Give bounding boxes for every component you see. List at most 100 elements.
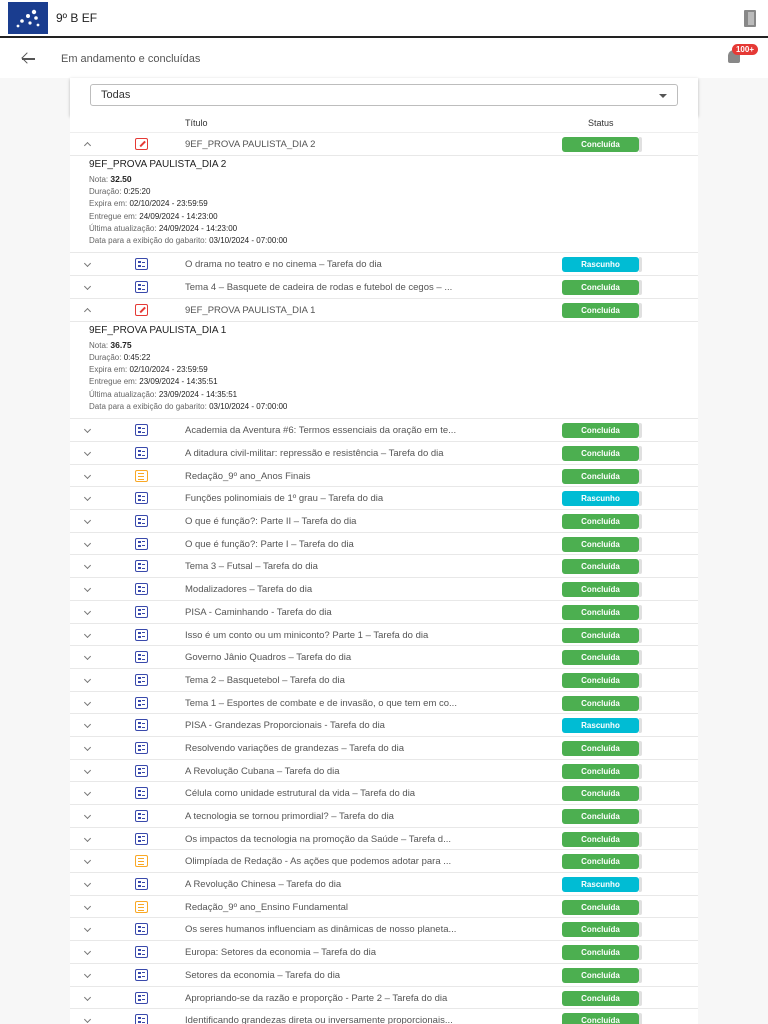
chevron-up-icon[interactable] [83, 307, 92, 315]
table-row[interactable]: Setores da economia – Tarefa do dia Concl… [70, 964, 698, 987]
chevron-down-icon[interactable] [83, 789, 92, 797]
task-title[interactable]: Tema 2 – Basquetebol – Tarefa do dia [185, 675, 515, 686]
task-title[interactable]: Modalizadores – Tarefa do dia [185, 584, 515, 595]
task-title[interactable]: Os seres humanos influenciam as dinâmica… [185, 924, 515, 935]
table-row[interactable]: Olimpíada de Redação - As ações que pode… [70, 850, 698, 874]
task-title[interactable]: Célula como unidade estrutural da vida –… [185, 788, 515, 799]
back-arrow-icon[interactable] [20, 49, 40, 69]
chevron-down-icon[interactable] [83, 607, 92, 615]
task-title[interactable]: A Revolução Chinesa – Tarefa do dia [185, 879, 515, 890]
chevron-down-icon[interactable] [83, 494, 92, 502]
book-icon[interactable] [744, 10, 756, 27]
chevron-down-icon[interactable] [83, 426, 92, 434]
task-title[interactable]: Resolvendo variações de grandezas – Tare… [185, 743, 515, 754]
chevron-down-icon[interactable] [83, 857, 92, 865]
chevron-down-icon[interactable] [83, 562, 92, 570]
chevron-down-icon[interactable] [83, 675, 92, 683]
table-row[interactable]: A tecnologia se tornou primordial? – Tar… [70, 805, 698, 828]
table-row[interactable]: A Revolução Chinesa – Tarefa do dia Rascu… [70, 873, 698, 896]
task-title[interactable]: Tema 3 – Futsal – Tarefa do dia [185, 561, 515, 572]
task-title[interactable]: PISA - Grandezas Proporcionais - Tarefa … [185, 720, 515, 731]
table-row[interactable]: A ditadura civil-militar: repressão e re… [70, 442, 698, 465]
task-title[interactable]: 9EF_PROVA PAULISTA_DIA 2 [185, 139, 515, 150]
chevron-down-icon[interactable] [83, 585, 92, 593]
table-row[interactable]: PISA - Grandezas Proporcionais - Tarefa … [70, 714, 698, 737]
detail-duracao-value: 0:25:20 [123, 186, 151, 196]
chevron-down-icon[interactable] [83, 834, 92, 842]
chevron-down-icon[interactable] [83, 880, 92, 888]
table-row[interactable]: 9EF_PROVA PAULISTA_DIA 1 Concluída [70, 299, 698, 322]
table-row[interactable]: Os seres humanos influenciam as dinâmica… [70, 918, 698, 942]
chevron-down-icon[interactable] [83, 260, 92, 268]
table-row[interactable]: Célula como unidade estrutural da vida –… [70, 782, 698, 805]
task-title[interactable]: Governo Jânio Quadros – Tarefa do dia [185, 652, 515, 663]
task-title[interactable]: A tecnologia se tornou primordial? – Tar… [185, 811, 515, 822]
task-title[interactable]: Redação_9º ano_Anos Finais [185, 471, 515, 482]
table-row[interactable]: O que é função?: Parte II – Tarefa do di… [70, 510, 698, 533]
task-title[interactable]: 9EF_PROVA PAULISTA_DIA 1 [185, 305, 515, 316]
chevron-up-icon[interactable] [83, 141, 92, 150]
table-row[interactable]: Modalizadores – Tarefa do dia Concluída [70, 578, 698, 601]
chevron-down-icon[interactable] [83, 630, 92, 638]
chevron-down-icon[interactable] [83, 698, 92, 706]
chevron-down-icon[interactable] [83, 1016, 92, 1024]
table-row[interactable]: Europa: Setores da economia – Tarefa do … [70, 941, 698, 964]
task-title[interactable]: Isso é um conto ou um miniconto? Parte 1… [185, 630, 515, 641]
task-title[interactable]: Olimpíada de Redação - As ações que pode… [185, 856, 515, 867]
table-row[interactable]: A Revolução Cubana – Tarefa do dia Conclu… [70, 760, 698, 783]
task-title[interactable]: O drama no teatro e no cinema – Tarefa d… [185, 259, 515, 270]
task-title[interactable]: PISA - Caminhando - Tarefa do dia [185, 607, 515, 618]
tasks-panel: Em andamento e concluídas 100+ Todas Tít… [0, 40, 768, 1024]
task-title[interactable]: A Revolução Cubana – Tarefa do dia [185, 766, 515, 777]
table-row[interactable]: PISA - Caminhando - Tarefa do dia Concluí… [70, 601, 698, 624]
table-row[interactable]: Tema 4 – Basquete de cadeira de rodas e … [70, 276, 698, 299]
table-row[interactable]: O que é função?: Parte I – Tarefa do dia… [70, 533, 698, 556]
app-logo[interactable] [8, 2, 48, 34]
table-row[interactable]: Isso é um conto ou um miniconto? Parte 1… [70, 624, 698, 647]
table-row[interactable]: Redação_9º ano_Anos Finais Concluída [70, 465, 698, 488]
task-title[interactable]: Tema 4 – Basquete de cadeira de rodas e … [185, 282, 515, 293]
detail-gabarito-label: Data para a exibição do gabarito: [89, 236, 207, 246]
chevron-down-icon[interactable] [83, 283, 92, 291]
chevron-down-icon[interactable] [83, 993, 92, 1001]
task-title[interactable]: Redação_9º ano_Ensino Fundamental [185, 902, 515, 913]
chevron-down-icon[interactable] [83, 448, 92, 457]
task-title[interactable]: A ditadura civil-militar: repressão e re… [185, 448, 515, 459]
chevron-down-icon[interactable] [83, 539, 92, 547]
chevron-down-icon[interactable] [83, 902, 92, 910]
table-row[interactable]: Identificando grandezas direta ou invers… [70, 1009, 698, 1024]
table-row[interactable]: Tema 3 – Futsal – Tarefa do dia Concluída [70, 555, 698, 579]
chevron-down-icon[interactable] [83, 517, 92, 525]
task-title[interactable]: Funções polinomiais de 1º grau – Tarefa … [185, 493, 515, 504]
table-row[interactable]: Funções polinomiais de 1º grau – Tarefa … [70, 487, 698, 511]
chevron-down-icon[interactable] [83, 970, 92, 978]
status-filter-select[interactable]: Todas [90, 84, 678, 106]
task-title[interactable]: Academia da Aventura #6: Termos essencia… [185, 425, 515, 436]
table-row[interactable]: Academia da Aventura #6: Termos essencia… [70, 419, 698, 442]
chevron-down-icon[interactable] [83, 925, 92, 933]
chevron-down-icon[interactable] [83, 766, 92, 774]
task-title[interactable]: Europa: Setores da economia – Tarefa do … [185, 947, 515, 958]
table-row[interactable]: 9EF_PROVA PAULISTA_DIA 2 Concluída [70, 133, 698, 156]
task-title[interactable]: Identificando grandezas direta ou invers… [185, 1015, 515, 1024]
task-title[interactable]: O que é função?: Parte II – Tarefa do di… [185, 516, 515, 527]
task-title[interactable]: Os impactos da tecnologia na promoção da… [185, 834, 515, 845]
table-row[interactable]: Resolvendo variações de grandezas – Tare… [70, 737, 698, 760]
task-title[interactable]: O que é função?: Parte I – Tarefa do dia [185, 539, 515, 550]
chevron-down-icon[interactable] [83, 811, 92, 820]
chevron-down-icon[interactable] [83, 721, 92, 729]
table-row[interactable]: Tema 1 – Esportes de combate e de invasã… [70, 692, 698, 715]
task-title[interactable]: Setores da economia – Tarefa do dia [185, 970, 515, 981]
task-title[interactable]: Tema 1 – Esportes de combate e de invasã… [185, 698, 515, 709]
chevron-down-icon[interactable] [83, 653, 92, 661]
chevron-down-icon[interactable] [83, 471, 92, 479]
chevron-down-icon[interactable] [83, 743, 92, 751]
table-row[interactable]: Governo Jânio Quadros – Tarefa do dia Con… [70, 646, 698, 669]
table-row[interactable]: Os impactos da tecnologia na promoção da… [70, 828, 698, 851]
table-row[interactable]: Tema 2 – Basquetebol – Tarefa do dia Conc… [70, 669, 698, 692]
task-title[interactable]: Apropriando-se da razão e proporção - Pa… [185, 993, 515, 1004]
table-row[interactable]: O drama no teatro e no cinema – Tarefa d… [70, 253, 698, 277]
chevron-down-icon[interactable] [83, 948, 92, 956]
table-row[interactable]: Apropriando-se da razão e proporção - Pa… [70, 987, 698, 1010]
table-row[interactable]: Redação_9º ano_Ensino Fundamental Concluí… [70, 896, 698, 919]
